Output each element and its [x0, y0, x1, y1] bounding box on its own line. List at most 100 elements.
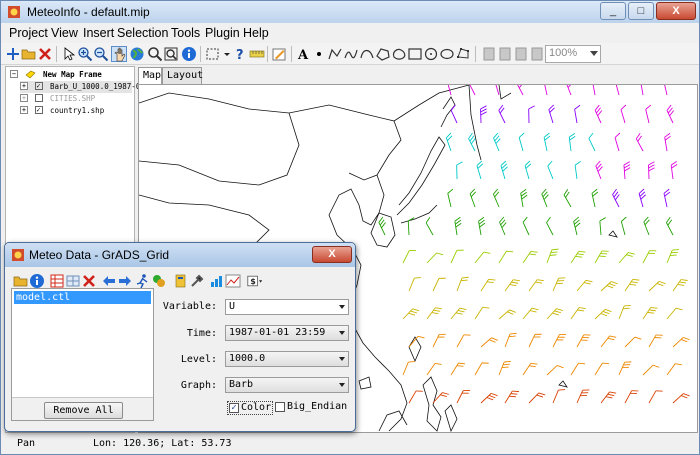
menu-insert[interactable]: Insert — [83, 26, 114, 40]
title-bar[interactable]: MeteoInfo - default.mip _ □ X — [1, 1, 699, 23]
bar-chart-icon[interactable] — [209, 273, 225, 289]
legend-layer-barb[interactable]: + ✓ Barb_U_1000.0_1987-01- — [20, 81, 149, 93]
layout-page-icon-2[interactable] — [497, 46, 513, 62]
measure-icon[interactable] — [249, 46, 265, 62]
freehand-tool-icon[interactable] — [343, 46, 359, 62]
wind-barb — [672, 336, 690, 348]
level-select[interactable]: 1000.0 — [225, 351, 349, 367]
minimize-button[interactable]: _ — [600, 2, 626, 20]
dialog-title-bar[interactable]: Meteo Data - GrADS_Grid X — [5, 243, 355, 267]
rectangle-tool-icon[interactable] — [407, 46, 423, 62]
edit-icon[interactable] — [271, 46, 287, 62]
animation-icon[interactable] — [135, 273, 151, 289]
open-folder-icon[interactable] — [21, 46, 37, 62]
wind-barb — [600, 281, 618, 292]
wind-barb — [543, 85, 548, 96]
help-icon[interactable]: ? — [233, 46, 249, 62]
menu-tools[interactable]: Tools — [171, 26, 200, 40]
map-frame-icon — [25, 70, 36, 79]
menu-plugin[interactable]: Plugin — [205, 26, 240, 40]
zoom-out-icon[interactable] — [93, 46, 109, 62]
ellipse-tool-icon[interactable] — [439, 46, 455, 62]
color-checkbox[interactable]: ✓ Color — [227, 401, 274, 415]
info-icon[interactable] — [181, 46, 197, 62]
legend-layer-cities[interactable]: + CITIES.SHP — [20, 93, 95, 105]
remove-all-button[interactable]: Remove All — [44, 402, 123, 419]
add-layer-icon[interactable] — [5, 46, 21, 62]
pan-hand-icon[interactable] — [111, 46, 127, 62]
dialog-close-button[interactable]: X — [312, 246, 352, 263]
expand-icon[interactable]: + — [20, 94, 28, 102]
wind-barb — [402, 361, 416, 376]
layout-page-icon-4[interactable] — [529, 46, 545, 62]
line-chart-icon[interactable] — [225, 273, 241, 289]
time-select[interactable]: 1987-01-01 23:59 — [225, 325, 349, 341]
maximize-button[interactable]: □ — [628, 2, 654, 20]
curve-tool-icon[interactable] — [359, 46, 375, 62]
edit-vertices-icon[interactable] — [455, 46, 471, 62]
tab-layout[interactable]: Layout — [162, 67, 203, 84]
zoom-in-icon[interactable] — [77, 46, 93, 62]
graph-select[interactable]: Barb — [225, 377, 349, 393]
text-tool-icon[interactable]: A — [295, 46, 311, 62]
legend-layer-country[interactable]: + ✓ country1.shp — [20, 105, 104, 117]
tab-map[interactable]: Map — [138, 67, 162, 85]
zoom-combo[interactable]: 100% — [545, 45, 601, 63]
big-endian-checkbox[interactable]: Big_Endian — [275, 401, 347, 413]
variable-select[interactable]: U — [225, 299, 349, 315]
data-file-list[interactable]: model.ctl Remove All — [11, 288, 154, 421]
list-item[interactable]: model.ctl — [14, 291, 151, 304]
full-extent-icon[interactable] — [129, 46, 145, 62]
layout-page-icon-3[interactable] — [513, 46, 529, 62]
dialog-title: Meteo Data - GrADS_Grid — [29, 248, 170, 262]
data-grid-icon[interactable] — [65, 273, 81, 289]
wind-barb — [432, 277, 446, 292]
circle-tool-icon[interactable] — [423, 46, 439, 62]
script-icon[interactable]: $ — [247, 273, 267, 289]
wind-barb — [528, 392, 546, 404]
polyline-tool-icon[interactable] — [327, 46, 343, 62]
color-mix-icon[interactable] — [151, 273, 167, 289]
remove-layer-icon[interactable] — [37, 46, 53, 62]
wind-barb — [498, 104, 506, 124]
collapse-icon[interactable]: − — [10, 70, 18, 78]
close-button[interactable]: X — [656, 2, 696, 20]
wind-barb — [456, 390, 471, 404]
zoom-window-icon[interactable] — [163, 46, 179, 62]
arrow-left-icon[interactable] — [101, 273, 117, 289]
expand-icon[interactable]: + — [20, 82, 28, 90]
layer-checkbox[interactable]: ✓ — [34, 106, 43, 114]
polygon-tool-icon[interactable] — [375, 46, 391, 62]
layer-checkbox[interactable] — [34, 94, 43, 102]
point-tool-icon[interactable] — [311, 46, 327, 62]
attribute-table-icon[interactable] — [49, 273, 65, 289]
curve-polygon-icon[interactable] — [391, 46, 407, 62]
wind-barb — [666, 363, 682, 376]
wind-barb — [594, 362, 610, 376]
magnifier-icon[interactable] — [147, 46, 163, 62]
menu-project[interactable]: Project — [9, 26, 48, 40]
palette-icon[interactable] — [173, 273, 189, 289]
big-endian-label: Big_Endian — [287, 401, 348, 412]
time-label: Time: — [186, 328, 217, 339]
legend-frame[interactable]: − New Map Frame — [10, 69, 102, 81]
wind-barb — [618, 252, 635, 264]
select-arrow-icon[interactable] — [61, 46, 77, 62]
arrow-right-icon[interactable] — [117, 273, 133, 289]
tools-icon[interactable] — [189, 273, 205, 289]
menu-view[interactable]: View — [51, 26, 78, 40]
wind-barb — [522, 250, 538, 264]
layer-checkbox[interactable]: ✓ — [34, 82, 43, 90]
menu-selection[interactable]: Selection — [117, 26, 168, 40]
layout-page-icon-1[interactable] — [481, 46, 497, 62]
expand-icon[interactable]: + — [20, 106, 28, 114]
checkbox-box[interactable] — [275, 401, 285, 412]
checkbox-box[interactable]: ✓ — [229, 402, 239, 413]
remove-data-icon[interactable] — [81, 273, 97, 289]
chevron-down-icon[interactable] — [219, 46, 230, 62]
dialog-toolbar: $ — [11, 270, 351, 290]
data-info-icon[interactable] — [29, 273, 45, 289]
wind-barb — [570, 362, 586, 376]
open-file-icon[interactable] — [13, 273, 29, 289]
menu-help[interactable]: Help — [243, 26, 269, 40]
